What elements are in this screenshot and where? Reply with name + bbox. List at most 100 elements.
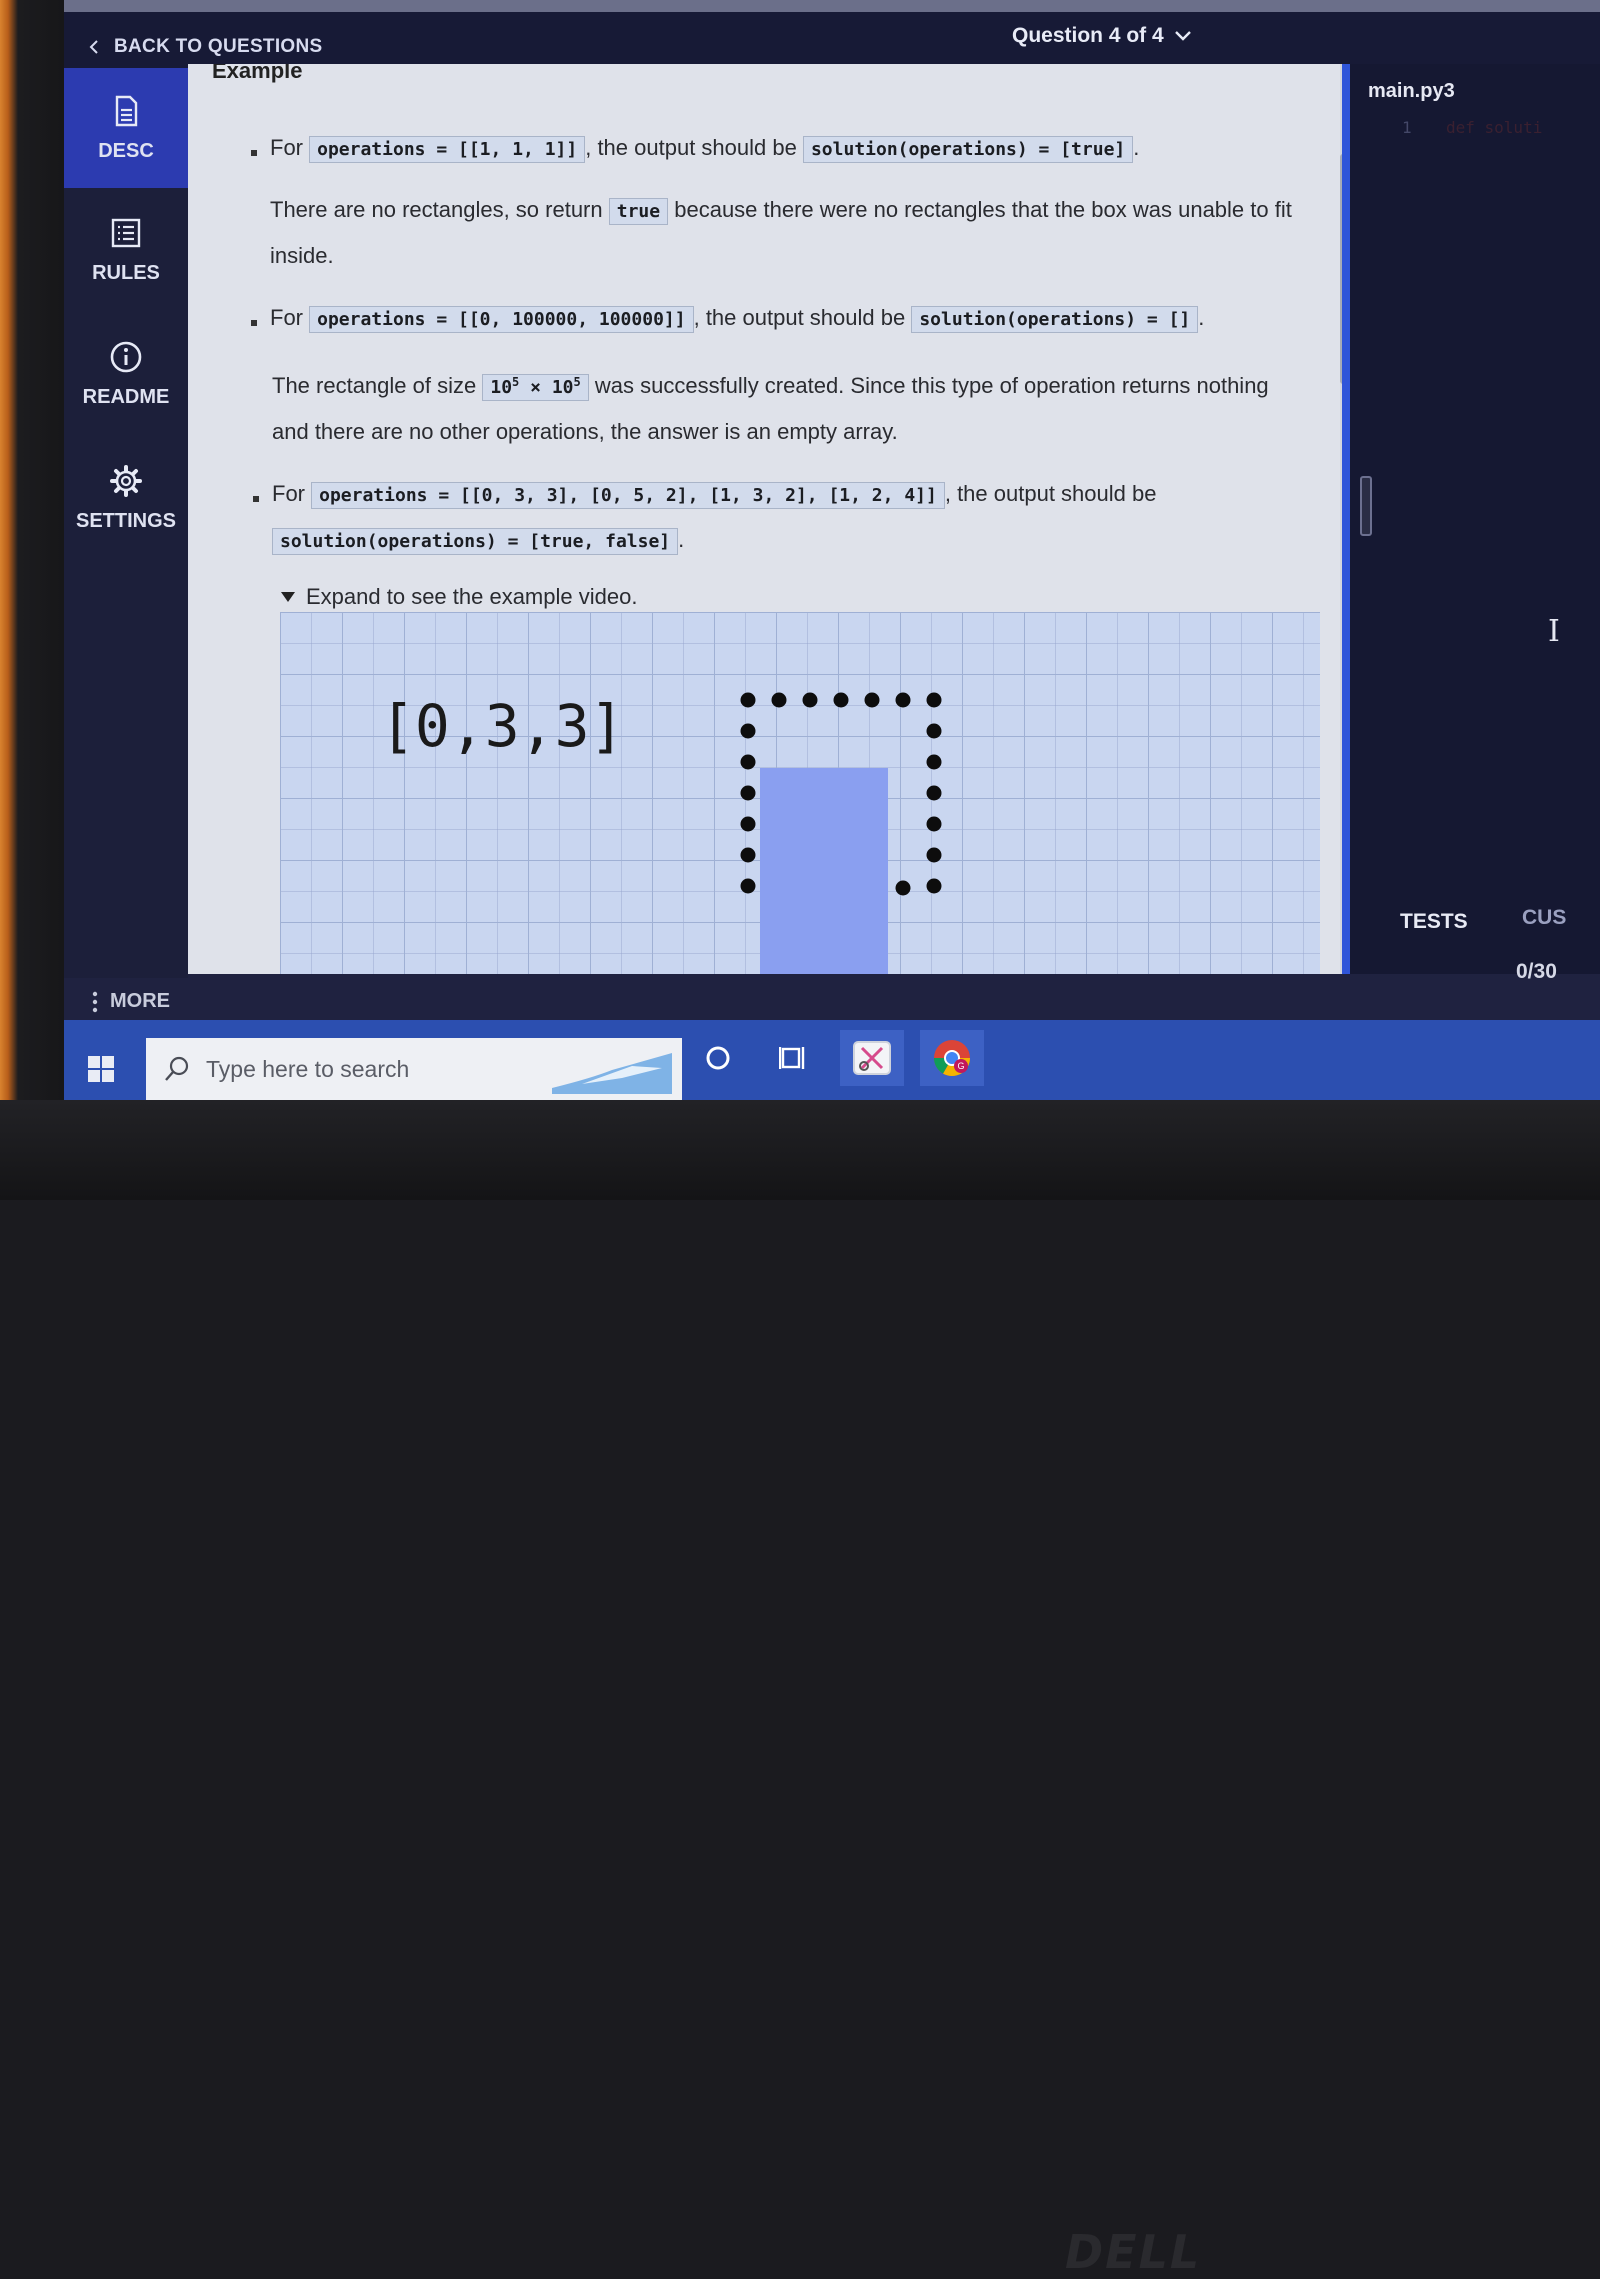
list-icon [111, 218, 141, 247]
line-number: 1 [1402, 118, 1412, 137]
example-1-output: solution(operations) = [true] [802, 136, 1134, 163]
example-2-input: operations = [[0, 100000, 100000]] [309, 306, 694, 333]
video-dot [895, 880, 911, 896]
example-1-explanation: There are no rectangles, so return true … [270, 188, 1292, 278]
video-dot [926, 816, 942, 832]
resize-handle[interactable] [1360, 476, 1372, 536]
example-mid: , the output should be [944, 481, 1157, 506]
example-1-line: For operations = [[1, 1, 1]], the output… [270, 126, 1139, 172]
bullet [251, 320, 257, 326]
taskbar-search-input[interactable]: Type here to search [146, 1038, 682, 1100]
chevron-down-icon [1174, 31, 1191, 41]
tab-tests[interactable]: TESTS [1400, 910, 1468, 934]
cortana-circle-icon [706, 1046, 730, 1070]
video-dot [740, 723, 756, 739]
snip-tool-button[interactable] [840, 1030, 904, 1086]
example-3-line: For operations = [[0, 3, 3], [0, 5, 2], … [272, 472, 1156, 564]
task-view-button[interactable] [762, 1030, 826, 1086]
search-highlight-art [552, 1053, 672, 1094]
snip-tool-icon [853, 1041, 891, 1075]
video-dot [833, 692, 849, 708]
windows-start-button[interactable] [88, 1056, 114, 1087]
code-line[interactable]: def soluti [1446, 118, 1542, 137]
tests-count: 0/30 [1516, 960, 1557, 983]
question-label: Question 4 of 4 [1012, 24, 1164, 47]
back-to-questions-link[interactable]: BACK TO QUESTIONS [88, 36, 323, 58]
sidebar-item-rules[interactable]: RULES [64, 190, 188, 310]
bullet [251, 150, 257, 156]
explain-text: because there were no rectangles that th… [674, 197, 1292, 222]
video-dot [926, 754, 942, 770]
video-dot [926, 847, 942, 863]
sidebar: DESC RULES README SETTINGS [64, 68, 188, 978]
monitor-bezel-bottom: DELL [0, 1100, 1600, 2279]
more-label: MORE [110, 990, 170, 1012]
example-mid: , the output should be [585, 135, 797, 160]
video-dot [740, 816, 756, 832]
video-dot [740, 847, 756, 863]
example-mid: , the output should be [693, 305, 906, 330]
video-dot [926, 692, 942, 708]
explain-text: The rectangle of size [272, 373, 477, 398]
sidebar-item-label: DESC [98, 139, 154, 162]
code-editor-panel[interactable] [1350, 64, 1600, 974]
example-for: For [270, 135, 303, 160]
chevron-left-icon [89, 40, 98, 54]
example-3-output: solution(operations) = [true, false] [272, 528, 679, 555]
example-for: For [270, 305, 303, 330]
example-2-output: solution(operations) = [] [911, 306, 1199, 333]
explain-code: true [608, 198, 669, 225]
video-dot [771, 692, 787, 708]
browser-tab-strip [64, 0, 1600, 12]
sidebar-item-label: SETTINGS [75, 509, 176, 532]
example-end: . [678, 527, 685, 552]
cortana-button[interactable] [686, 1030, 750, 1086]
svg-text:G: G [957, 1061, 964, 1071]
search-icon [165, 1056, 189, 1081]
task-view-icon [779, 1047, 805, 1069]
example-1-input: operations = [[1, 1, 1]] [309, 136, 586, 163]
example-3-input: operations = [[0, 3, 3], [0, 5, 2], [1, … [311, 482, 945, 509]
example-end: . [1133, 135, 1140, 160]
video-dot [802, 692, 818, 708]
chrome-icon: G [934, 1040, 970, 1077]
explain-text: and there are no other operations, the a… [272, 419, 898, 444]
question-selector[interactable]: Question 4 of 4 [1012, 24, 1192, 48]
info-icon [110, 341, 142, 372]
gear-icon [110, 464, 142, 497]
monitor-brand-logo: DELL [1065, 2225, 1202, 2279]
back-label: BACK TO QUESTIONS [114, 36, 323, 57]
more-button[interactable]: MORE [92, 990, 170, 1013]
text-cursor-icon: I [1548, 614, 1560, 649]
sidebar-item-desc[interactable]: DESC [64, 68, 188, 188]
tab-custom[interactable]: CUS [1522, 906, 1566, 930]
expand-label: Expand to see the example video. [306, 584, 638, 609]
windows-start-icon [88, 1056, 114, 1082]
video-dot [740, 692, 756, 708]
screen: BACK TO QUESTIONS Question 4 of 4 DESC R… [64, 0, 1600, 1100]
section-heading: Example [212, 64, 303, 83]
chrome-button[interactable]: G [920, 1030, 984, 1086]
monitor-bezel-left [0, 0, 70, 1200]
kebab-menu-icon [92, 991, 98, 1012]
sidebar-item-readme[interactable]: README [64, 314, 188, 434]
video-dot [895, 692, 911, 708]
search-placeholder: Type here to search [206, 1055, 410, 1082]
example-2-explanation: The rectangle of size 105 × 105 was succ… [272, 360, 1269, 454]
video-dot [740, 878, 756, 894]
video-dot [926, 878, 942, 894]
example-end: . [1198, 305, 1205, 330]
video-dot [926, 723, 942, 739]
video-dotted-box [740, 692, 942, 896]
expand-video-toggle[interactable]: Expand to see the example video. [280, 584, 637, 610]
bullet [253, 496, 259, 502]
rectangle-size-code: 105 × 105 [482, 374, 589, 401]
sidebar-item-label: RULES [92, 261, 160, 284]
panel-divider [1342, 64, 1350, 974]
sidebar-item-settings[interactable]: SETTINGS [64, 438, 188, 558]
document-icon [115, 95, 138, 126]
video-dot [740, 785, 756, 801]
example-video[interactable]: [0,3,3] [280, 612, 1320, 974]
file-tab[interactable]: main.py3 [1368, 80, 1455, 103]
sidebar-item-label: README [82, 385, 170, 408]
